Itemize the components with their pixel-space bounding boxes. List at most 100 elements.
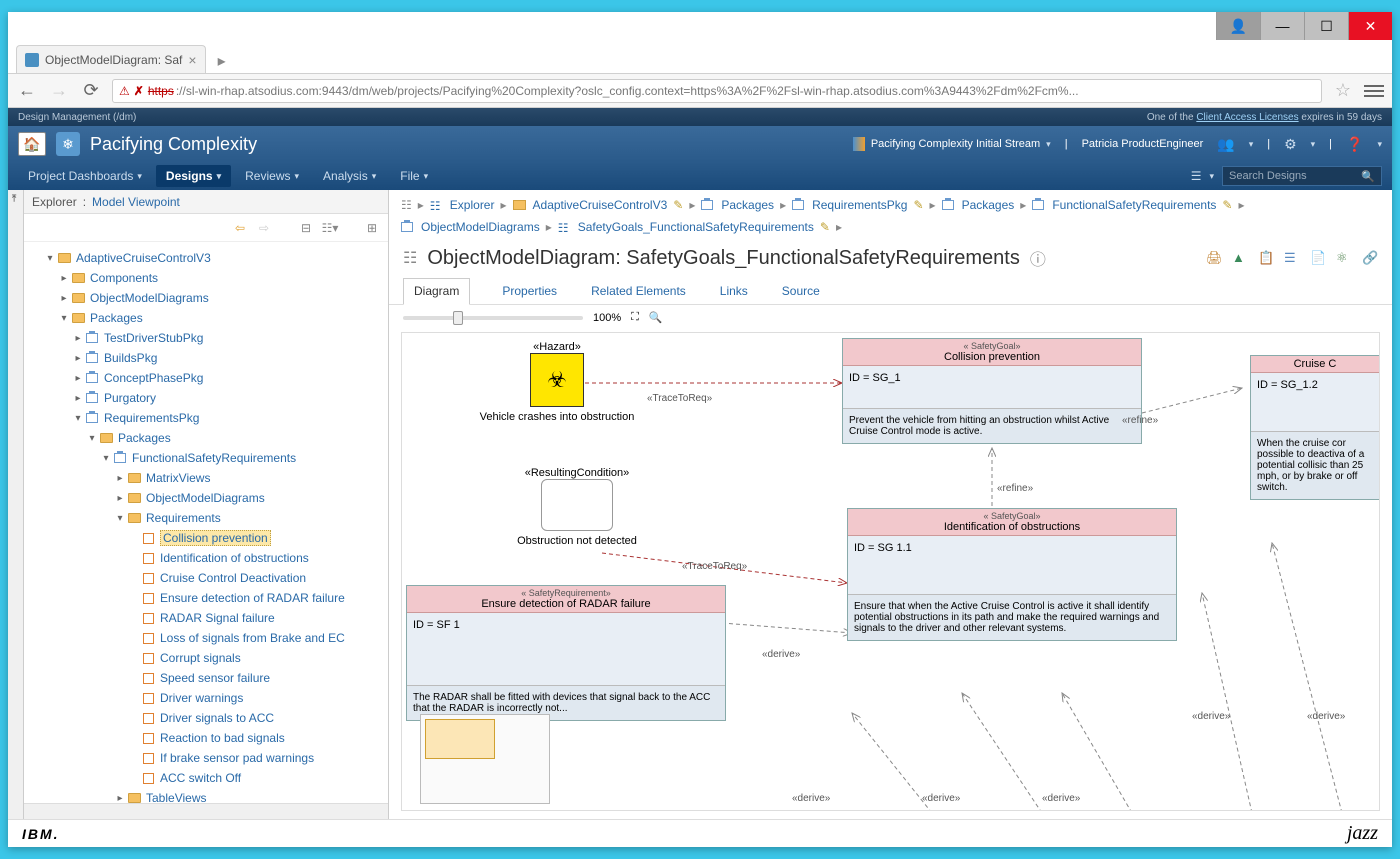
minimap[interactable] bbox=[420, 714, 550, 804]
breadcrumb-link[interactable]: RequirementsPkg bbox=[812, 198, 907, 212]
info-icon[interactable]: ⓘ bbox=[1030, 246, 1046, 270]
tab-source[interactable]: Source bbox=[780, 278, 822, 304]
sidebar-toggle[interactable]: ⇤ bbox=[8, 190, 24, 819]
stream-selector[interactable]: Pacifying Complexity Initial Stream ▾ bbox=[853, 137, 1051, 151]
edit-icon[interactable]: ✎ bbox=[673, 198, 683, 212]
print-icon[interactable]: 🖨 bbox=[1206, 250, 1222, 266]
project-title[interactable]: Pacifying Complexity bbox=[90, 134, 257, 155]
breadcrumb-link[interactable]: AdaptiveCruiseControlV3 bbox=[533, 198, 668, 212]
tree-item[interactable]: Identification of obstructions bbox=[30, 548, 388, 568]
tree-item[interactable]: ▸ConceptPhasePkg bbox=[30, 368, 388, 388]
nav-back-icon[interactable]: ⇦ bbox=[232, 220, 248, 236]
doc-icon[interactable]: 📄 bbox=[1310, 250, 1326, 266]
tree-item[interactable]: Loss of signals from Brake and EC bbox=[30, 628, 388, 648]
browser-menu-icon[interactable] bbox=[1364, 85, 1384, 97]
link-icon[interactable]: 🔗 bbox=[1362, 250, 1378, 266]
tree-item[interactable]: Collision prevention bbox=[30, 528, 388, 548]
tree-item[interactable]: Corrupt signals bbox=[30, 648, 388, 668]
zoom-in-icon[interactable]: 🔍 bbox=[649, 311, 663, 324]
menu-reviews[interactable]: Reviews ▾ bbox=[235, 165, 309, 187]
users-icon[interactable]: 👥 bbox=[1217, 136, 1234, 153]
tree-item[interactable]: ▾RequirementsPkg bbox=[30, 408, 388, 428]
search-input[interactable]: Search Designs 🔍 bbox=[1222, 166, 1382, 186]
explorer-scrollbar[interactable] bbox=[24, 803, 388, 819]
tree-item[interactable]: ▾FunctionalSafetyRequirements bbox=[30, 448, 388, 468]
gear-icon[interactable]: ⚙ bbox=[1284, 136, 1297, 153]
menu-project-dashboards[interactable]: Project Dashboards ▾ bbox=[18, 165, 152, 187]
tab-close-icon[interactable]: × bbox=[188, 52, 196, 68]
safetygoal-cruise[interactable]: Cruise C ID = SG_1.2 When the cruise cor… bbox=[1250, 355, 1380, 500]
explorer-tree[interactable]: ▾AdaptiveCruiseControlV3▸Components▸Obje… bbox=[24, 242, 388, 803]
tree-item[interactable]: If brake sensor pad warnings bbox=[30, 748, 388, 768]
edit-icon[interactable]: ✎ bbox=[820, 220, 830, 234]
url-input[interactable]: ⚠ ✗ https ://sl-win-rhap.atsodius.com:94… bbox=[112, 79, 1322, 103]
bookmark-star-icon[interactable]: ☆ bbox=[1332, 80, 1354, 102]
tree-item[interactable]: ▸MatrixViews bbox=[30, 468, 388, 488]
tab-links[interactable]: Links bbox=[718, 278, 750, 304]
tree-item[interactable]: ▸TestDriverStubPkg bbox=[30, 328, 388, 348]
menu-designs[interactable]: Designs ▾ bbox=[156, 165, 231, 187]
tree-item[interactable]: ▾Packages bbox=[30, 308, 388, 328]
tree-item[interactable]: Driver warnings bbox=[30, 688, 388, 708]
copy-icon[interactable]: 📋 bbox=[1258, 250, 1274, 266]
minimize-button[interactable]: — bbox=[1260, 12, 1304, 40]
back-button[interactable]: ← bbox=[16, 80, 38, 102]
tree-item[interactable]: Driver signals to ACC bbox=[30, 708, 388, 728]
breadcrumb-link[interactable]: Packages bbox=[721, 198, 774, 212]
refresh-icon[interactable]: ⊞ bbox=[364, 220, 380, 236]
nodes-icon[interactable]: ⚛ bbox=[1336, 250, 1352, 266]
close-button[interactable]: ✕ bbox=[1348, 12, 1392, 40]
collapse-icon[interactable]: ⊟ bbox=[298, 220, 314, 236]
tree-item[interactable]: ▾Packages bbox=[30, 428, 388, 448]
menu-file[interactable]: File ▾ bbox=[390, 165, 438, 187]
license-link[interactable]: Client Access Licenses bbox=[1196, 112, 1298, 123]
reload-button[interactable]: ⟳ bbox=[80, 80, 102, 102]
hazard-element[interactable]: «Hazard» ☣ Vehicle crashes into obstruct… bbox=[472, 341, 642, 423]
maximize-button[interactable]: ☐ bbox=[1304, 12, 1348, 40]
zoom-fit-icon[interactable]: ⛶ bbox=[631, 311, 639, 324]
tree-item[interactable]: ▸Purgatory bbox=[30, 388, 388, 408]
tree-item[interactable]: Cruise Control Deactivation bbox=[30, 568, 388, 588]
edit-icon[interactable]: ✎ bbox=[1222, 198, 1232, 212]
tab-properties[interactable]: Properties bbox=[500, 278, 559, 304]
tree-item[interactable]: Speed sensor failure bbox=[30, 668, 388, 688]
help-icon[interactable]: ❓ bbox=[1346, 136, 1363, 153]
tree-item[interactable]: ▸ObjectModelDiagrams bbox=[30, 288, 388, 308]
menu-analysis[interactable]: Analysis ▾ bbox=[313, 165, 386, 187]
tree-item[interactable]: Ensure detection of RADAR failure bbox=[30, 588, 388, 608]
tree-item[interactable]: RADAR Signal failure bbox=[30, 608, 388, 628]
tab-diagram[interactable]: Diagram bbox=[403, 278, 470, 305]
breadcrumb-link[interactable]: Explorer bbox=[450, 198, 495, 212]
safetygoal-collision[interactable]: « SafetyGoal»Collision prevention ID = S… bbox=[842, 338, 1142, 444]
edit-icon[interactable]: ✎ bbox=[913, 198, 923, 212]
breadcrumb-link[interactable]: FunctionalSafetyRequirements bbox=[1052, 198, 1216, 212]
new-tab-button[interactable]: ▸ bbox=[210, 49, 234, 73]
tree-item[interactable]: ▸BuildsPkg bbox=[30, 348, 388, 368]
safetyreq-radar[interactable]: « SafetyRequirement»Ensure detection of … bbox=[406, 585, 726, 721]
user-button[interactable]: 👤 bbox=[1216, 12, 1260, 40]
breadcrumb-link[interactable]: ObjectModelDiagrams bbox=[421, 220, 540, 234]
tree-item[interactable]: ▸Components bbox=[30, 268, 388, 288]
browser-tab[interactable]: ObjectModelDiagram: Saf × bbox=[16, 45, 206, 73]
tree-config-icon[interactable]: ☷▾ bbox=[322, 220, 338, 236]
tree-item[interactable]: ▸TableViews bbox=[30, 788, 388, 803]
safetygoal-identification[interactable]: « SafetyGoal»Identification of obstructi… bbox=[847, 508, 1177, 641]
breadcrumb-link[interactable]: SafetyGoals_FunctionalSafetyRequirements bbox=[578, 220, 814, 234]
breadcrumb-link[interactable]: Packages bbox=[962, 198, 1015, 212]
condition-element[interactable]: «ResultingCondition» Obstruction not det… bbox=[502, 467, 652, 547]
tree-item[interactable]: ACC switch Off bbox=[30, 768, 388, 788]
zoom-slider[interactable] bbox=[403, 316, 583, 320]
tree-item[interactable]: ▾AdaptiveCruiseControlV3 bbox=[30, 248, 388, 268]
tree-item[interactable]: Reaction to bad signals bbox=[30, 728, 388, 748]
triangle-icon[interactable]: ▲ bbox=[1232, 250, 1248, 266]
diagram-canvas[interactable]: «Hazard» ☣ Vehicle crashes into obstruct… bbox=[401, 332, 1380, 811]
user-label[interactable]: Patricia ProductEngineer bbox=[1082, 138, 1204, 150]
layout-icon[interactable]: ☰ bbox=[1191, 169, 1202, 183]
tab-related-elements[interactable]: Related Elements bbox=[589, 278, 688, 304]
home-icon[interactable]: 🏠 bbox=[18, 132, 46, 156]
forward-button[interactable]: → bbox=[48, 80, 70, 102]
tree-item[interactable]: ▾Requirements bbox=[30, 508, 388, 528]
list-icon[interactable]: ☰ bbox=[1284, 250, 1300, 266]
tree-item[interactable]: ▸ObjectModelDiagrams bbox=[30, 488, 388, 508]
search-icon[interactable]: 🔍 bbox=[1361, 170, 1375, 183]
